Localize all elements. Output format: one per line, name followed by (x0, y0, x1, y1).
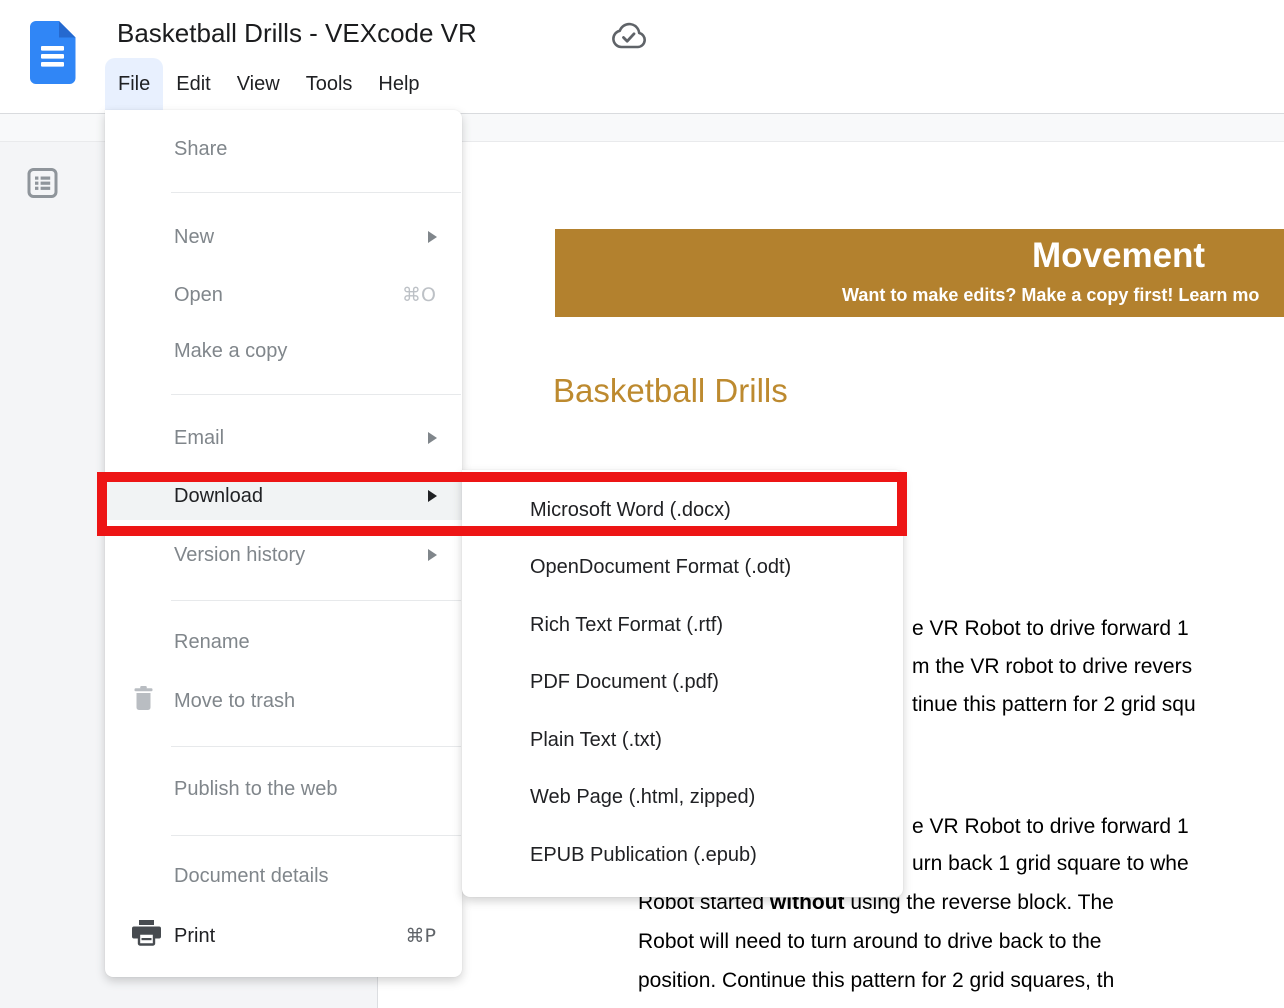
menu-item-make-a-copy[interactable]: Make a copy (105, 327, 462, 375)
menu-help[interactable]: Help (365, 58, 432, 110)
doc-text-line: Robot will need to turn around to drive … (638, 930, 1101, 954)
doc-text-line: e VR Robot to drive forward 1 (912, 617, 1189, 641)
submenu-item-epub[interactable]: EPUB Publication (.epub) (462, 831, 903, 879)
shortcut-label: ⌘P (406, 925, 436, 947)
menu-item-label: Document details (174, 865, 329, 888)
download-submenu-panel: Microsoft Word (.docx) OpenDocument Form… (462, 470, 903, 897)
submenu-item-label: Microsoft Word (.docx) (530, 499, 731, 522)
doc-text-line: urn back 1 grid square to whe (912, 852, 1189, 876)
menu-item-email[interactable]: Email (105, 414, 462, 462)
document-title[interactable]: Basketball Drills - VEXcode VR (117, 18, 477, 49)
submenu-arrow-icon (428, 490, 437, 502)
menu-view[interactable]: View (224, 58, 293, 110)
document-heading: Basketball Drills (553, 372, 788, 410)
submenu-item-label: Rich Text Format (.rtf) (530, 614, 723, 637)
menu-file[interactable]: File (105, 58, 163, 110)
menu-item-label: Move to trash (174, 690, 295, 713)
menu-item-print[interactable]: Print ⌘P (105, 912, 462, 960)
submenu-arrow-icon (428, 231, 437, 243)
menu-item-rename[interactable]: Rename (105, 618, 462, 666)
cloud-saved-icon[interactable] (607, 20, 649, 59)
menu-item-new[interactable]: New (105, 213, 462, 261)
menu-edit[interactable]: Edit (163, 58, 223, 110)
menu-bar: File Edit View Tools Help (105, 58, 433, 110)
document-outline-icon[interactable] (27, 167, 58, 204)
menu-item-document-details[interactable]: Document details (105, 852, 462, 900)
submenu-item-label: EPUB Publication (.epub) (530, 844, 757, 867)
submenu-item-html[interactable]: Web Page (.html, zipped) (462, 773, 903, 821)
submenu-item-label: Plain Text (.txt) (530, 729, 662, 752)
menu-divider (171, 746, 461, 747)
menu-item-label: Rename (174, 631, 250, 654)
menu-item-open[interactable]: Open ⌘O (105, 271, 462, 319)
banner-title: Movement (1032, 236, 1205, 276)
submenu-item-txt[interactable]: Plain Text (.txt) (462, 716, 903, 764)
menu-item-move-to-trash[interactable]: Move to trash (105, 677, 462, 725)
menu-item-publish-to-web[interactable]: Publish to the web (105, 765, 462, 813)
submenu-item-label: Web Page (.html, zipped) (530, 786, 755, 809)
doc-text-line: position. Continue this pattern for 2 gr… (638, 969, 1114, 993)
google-docs-logo-icon[interactable] (30, 21, 76, 89)
menu-item-download[interactable]: Download (105, 472, 462, 520)
doc-text-line: m the VR robot to drive revers (912, 655, 1192, 679)
doc-text-line: tinue this pattern for 2 grid squ (912, 693, 1196, 717)
menu-item-label: Download (174, 485, 263, 508)
submenu-arrow-icon (428, 432, 437, 444)
trash-icon (132, 686, 155, 717)
menu-item-label: Open (174, 284, 223, 307)
file-menu-panel: Share New Open ⌘O Make a copy Email Downl… (105, 110, 462, 977)
submenu-item-label: OpenDocument Format (.odt) (530, 556, 791, 579)
submenu-item-odt[interactable]: OpenDocument Format (.odt) (462, 543, 903, 591)
menu-divider (171, 394, 461, 395)
menu-item-label: Print (174, 925, 215, 948)
menu-item-label: Share (174, 138, 227, 161)
menu-item-label: Publish to the web (174, 778, 337, 801)
banner-subtitle: Want to make edits? Make a copy first! L… (842, 285, 1259, 306)
printer-icon (132, 920, 161, 953)
menu-item-version-history[interactable]: Version history (105, 531, 462, 579)
menu-divider (171, 835, 461, 836)
submenu-item-rtf[interactable]: Rich Text Format (.rtf) (462, 601, 903, 649)
menu-item-share[interactable]: Share (105, 125, 462, 173)
submenu-arrow-icon (428, 549, 437, 561)
menu-item-label: Version history (174, 544, 305, 567)
menu-tools[interactable]: Tools (293, 58, 366, 110)
menu-item-label: Make a copy (174, 340, 287, 363)
menu-item-label: Email (174, 427, 224, 450)
menu-item-label: New (174, 226, 214, 249)
menu-divider (171, 600, 461, 601)
submenu-item-docx[interactable]: Microsoft Word (.docx) (462, 486, 903, 534)
submenu-item-pdf[interactable]: PDF Document (.pdf) (462, 658, 903, 706)
doc-text-line: e VR Robot to drive forward 1 (912, 815, 1189, 839)
menu-divider (171, 192, 461, 193)
shortcut-label: ⌘O (402, 284, 436, 306)
submenu-item-label: PDF Document (.pdf) (530, 671, 719, 694)
document-banner: Movement Want to make edits? Make a copy… (555, 229, 1284, 317)
